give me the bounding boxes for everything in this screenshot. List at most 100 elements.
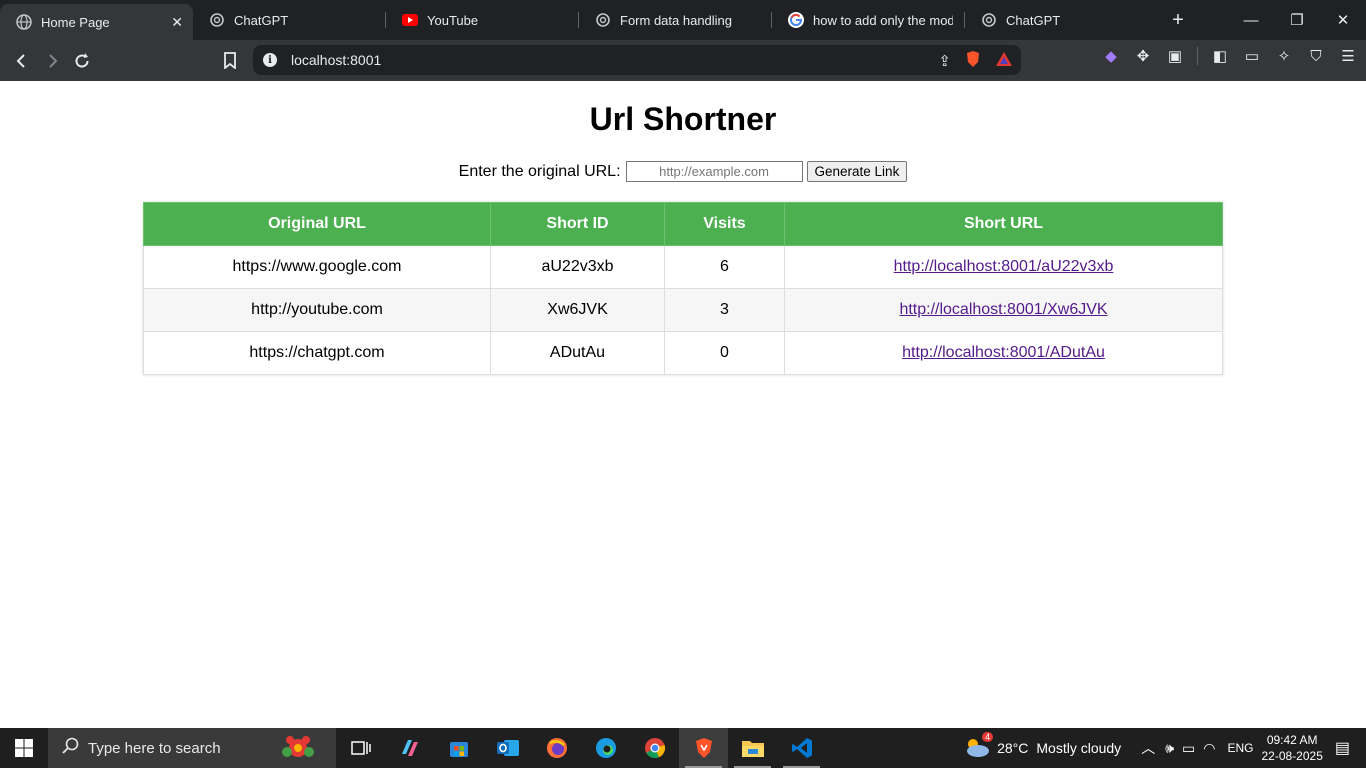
clock-date: 22-08-2025 (1261, 749, 1323, 763)
close-tab-icon[interactable]: ✕ (171, 14, 183, 31)
windows-icon (15, 739, 33, 757)
battery-icon[interactable]: ▭ (1182, 740, 1195, 757)
column-header-original-url: Original URL (143, 202, 491, 246)
weather-icon[interactable]: 4 (963, 731, 994, 761)
language-indicator[interactable]: ENG (1227, 741, 1253, 755)
close-window-button[interactable]: ✕ (1320, 0, 1366, 40)
chrome-icon[interactable] (630, 728, 679, 768)
chatgpt-icon (981, 12, 997, 28)
new-tab-button[interactable]: + (1158, 0, 1198, 40)
table-header-row: Original URL Short ID Visits Short URL (143, 202, 1223, 246)
clock[interactable]: 09:42 AM 22-08-2025 (1261, 732, 1322, 764)
notifications-icon[interactable]: ▤ (1335, 738, 1350, 758)
edge-icon[interactable] (581, 728, 630, 768)
address-bar[interactable]: i localhost:8001 ⇪ (253, 45, 1021, 75)
share-icon[interactable]: ⇪ (938, 52, 951, 70)
short-url-link[interactable]: http://localhost:8001/Xw6JVK (899, 301, 1107, 318)
short-url-link[interactable]: http://localhost:8001/ADutAu (902, 344, 1105, 361)
leo-ai-icon[interactable]: ◆ (1101, 46, 1121, 66)
system-tray: 4 28°C Mostly cloudy ︿ 🕪 ▭ ◠ ENG 09:42 A… (963, 728, 1366, 768)
copilot-icon[interactable] (385, 728, 434, 768)
minimize-button[interactable]: — (1228, 0, 1274, 40)
shorten-form: Enter the original URL: Generate Link (0, 161, 1366, 182)
short-url-cell: http://localhost:8001/Xw6JVK (784, 288, 1223, 332)
url-input[interactable] (625, 161, 803, 182)
reader-mode-icon[interactable]: ▣ (1165, 46, 1185, 66)
weather-temp[interactable]: 28°C (997, 740, 1028, 756)
table-row: https://www.google.com aU22v3xb 6 http:/… (143, 245, 1223, 289)
microsoft-store-icon[interactable] (434, 728, 483, 768)
taskbar: Type here to search 4 28°C Mostly cloudy… (0, 728, 1366, 768)
original-url-cell: https://www.google.com (143, 245, 491, 289)
menu-icon[interactable]: ☰ (1338, 46, 1358, 66)
vscode-icon[interactable] (777, 728, 826, 768)
sidebar-icon[interactable]: ◧ (1210, 46, 1230, 66)
tab-home-page[interactable]: Home Page ✕ (0, 4, 193, 40)
tab-label: ChatGPT (1006, 12, 1061, 28)
show-hidden-icons-icon[interactable]: ︿ (1141, 738, 1155, 758)
short-id-cell: Xw6JVK (490, 288, 665, 332)
tab-chatgpt[interactable]: ChatGPT (193, 0, 386, 40)
tab-label: ChatGPT (234, 12, 289, 28)
wallet-icon[interactable]: ▭ (1242, 46, 1262, 66)
forward-button[interactable] (37, 46, 67, 76)
address-text: localhost:8001 (291, 52, 382, 68)
original-url-cell: https://chatgpt.com (143, 331, 491, 375)
short-id-cell: aU22v3xb (490, 245, 665, 289)
short-url-cell: http://localhost:8001/aU22v3xb (784, 245, 1223, 289)
visits-cell: 6 (664, 245, 785, 289)
bookmark-icon[interactable] (215, 45, 245, 75)
volume-icon[interactable]: 🕪 (1165, 740, 1174, 757)
google-icon (788, 12, 804, 28)
generate-link-button[interactable]: Generate Link (806, 161, 908, 182)
brave-shields-icon[interactable] (965, 50, 981, 71)
file-explorer-icon[interactable] (728, 728, 777, 768)
tab-form-data-handling[interactable]: Form data handling (579, 0, 772, 40)
tab-label: Form data handling (620, 12, 733, 28)
page-title: Url Shortner (589, 101, 777, 137)
visits-cell: 0 (664, 331, 785, 375)
short-id-cell: ADutAu (490, 331, 665, 375)
brave-browser-icon[interactable] (679, 728, 728, 768)
site-info-icon[interactable]: i (263, 53, 277, 67)
visits-cell: 3 (664, 288, 785, 332)
column-header-short-id: Short ID (490, 202, 665, 246)
tab-chatgpt-2[interactable]: ChatGPT (965, 0, 1158, 40)
outlook-icon[interactable] (483, 728, 532, 768)
page-content: Url Shortner Enter the original URL: Gen… (0, 81, 1366, 728)
table-row: https://chatgpt.com ADutAu 0 http://loca… (143, 331, 1223, 375)
tab-label: Home Page (41, 14, 110, 30)
chatgpt-icon (209, 12, 225, 28)
search-highlight-icon (278, 732, 318, 768)
start-button[interactable] (0, 728, 48, 768)
column-header-visits: Visits (664, 202, 785, 246)
weather-condition[interactable]: Mostly cloudy (1036, 740, 1121, 756)
original-url-cell: http://youtube.com (143, 288, 491, 332)
globe-icon (16, 14, 32, 30)
tab-google-search[interactable]: how to add only the modifi (772, 0, 965, 40)
weather-badge: 4 (982, 731, 994, 742)
wifi-icon[interactable]: ◠ (1203, 740, 1215, 757)
tab-label: how to add only the modifi (813, 12, 953, 28)
column-header-short-url: Short URL (784, 202, 1223, 246)
task-view-icon[interactable] (336, 728, 385, 768)
tab-youtube[interactable]: YouTube (386, 0, 579, 40)
search-placeholder: Type here to search (88, 739, 221, 757)
vpn-icon[interactable]: ⛉ (1306, 46, 1326, 66)
restore-button[interactable]: ❐ (1274, 0, 1320, 40)
clock-time: 09:42 AM (1266, 733, 1318, 747)
reload-button[interactable] (67, 46, 97, 76)
sparkle-icon[interactable]: ✧ (1274, 46, 1294, 66)
search-icon (62, 737, 80, 759)
browser-toolbar: i localhost:8001 ⇪ ◆ ✥ ▣ ◧ ▭ ✧ ⛉ ☰ (0, 40, 1366, 81)
table-row: http://youtube.com Xw6JVK 3 http://local… (143, 288, 1223, 332)
extensions-icon[interactable]: ✥ (1133, 46, 1153, 66)
brave-rewards-icon[interactable] (995, 51, 1013, 70)
back-button[interactable] (7, 46, 37, 76)
short-url-link[interactable]: http://localhost:8001/aU22v3xb (894, 258, 1114, 275)
taskbar-search[interactable]: Type here to search (48, 728, 336, 768)
youtube-icon (402, 12, 418, 28)
firefox-icon[interactable] (532, 728, 581, 768)
short-url-cell: http://localhost:8001/ADutAu (784, 331, 1223, 375)
tab-bar: Home Page ✕ ChatGPT YouTube Form data ha… (0, 0, 1366, 40)
